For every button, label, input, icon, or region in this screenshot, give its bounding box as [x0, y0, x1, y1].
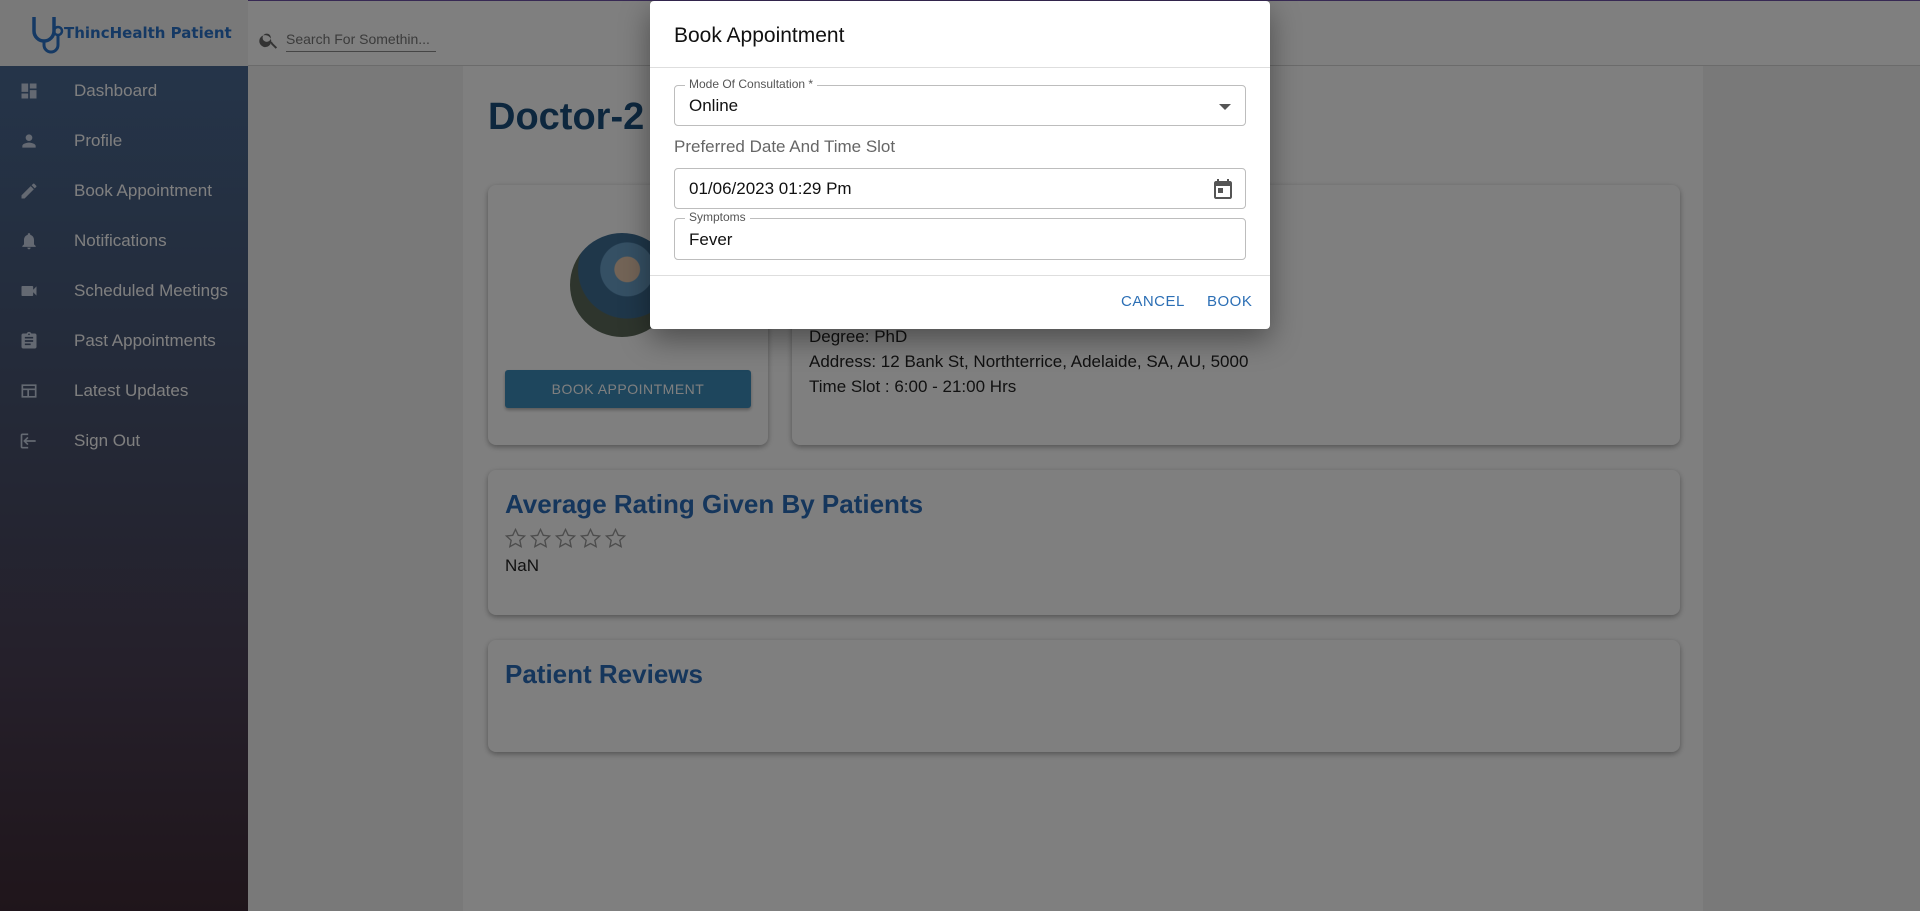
datetime-section-label: Preferred Date And Time Slot — [674, 137, 896, 156]
mode-field-label: Mode Of Consultation * — [685, 77, 818, 91]
dialog-divider — [650, 275, 1270, 276]
symptoms-field-label: Symptoms — [685, 210, 750, 224]
calendar-icon[interactable] — [1211, 177, 1235, 201]
mode-of-consultation-select[interactable]: Mode Of Consultation * Online — [674, 77, 1246, 126]
datetime-field-value: 01/06/2023 01:29 Pm — [689, 179, 852, 198]
book-appointment-dialog: Book Appointment Mode Of Consultation * … — [650, 1, 1270, 329]
dropdown-arrow-icon[interactable] — [1219, 104, 1231, 110]
symptoms-field-value: Fever — [689, 230, 733, 249]
book-button[interactable]: BOOK — [1207, 293, 1252, 310]
symptoms-field[interactable]: Symptoms Fever — [674, 210, 1246, 260]
cancel-button[interactable]: CANCEL — [1121, 293, 1185, 310]
dialog-title: Book Appointment — [674, 24, 845, 47]
mode-field-value: Online — [689, 96, 739, 115]
datetime-field[interactable]: 01/06/2023 01:29 Pm — [674, 168, 1246, 209]
dialog-divider — [650, 67, 1270, 68]
